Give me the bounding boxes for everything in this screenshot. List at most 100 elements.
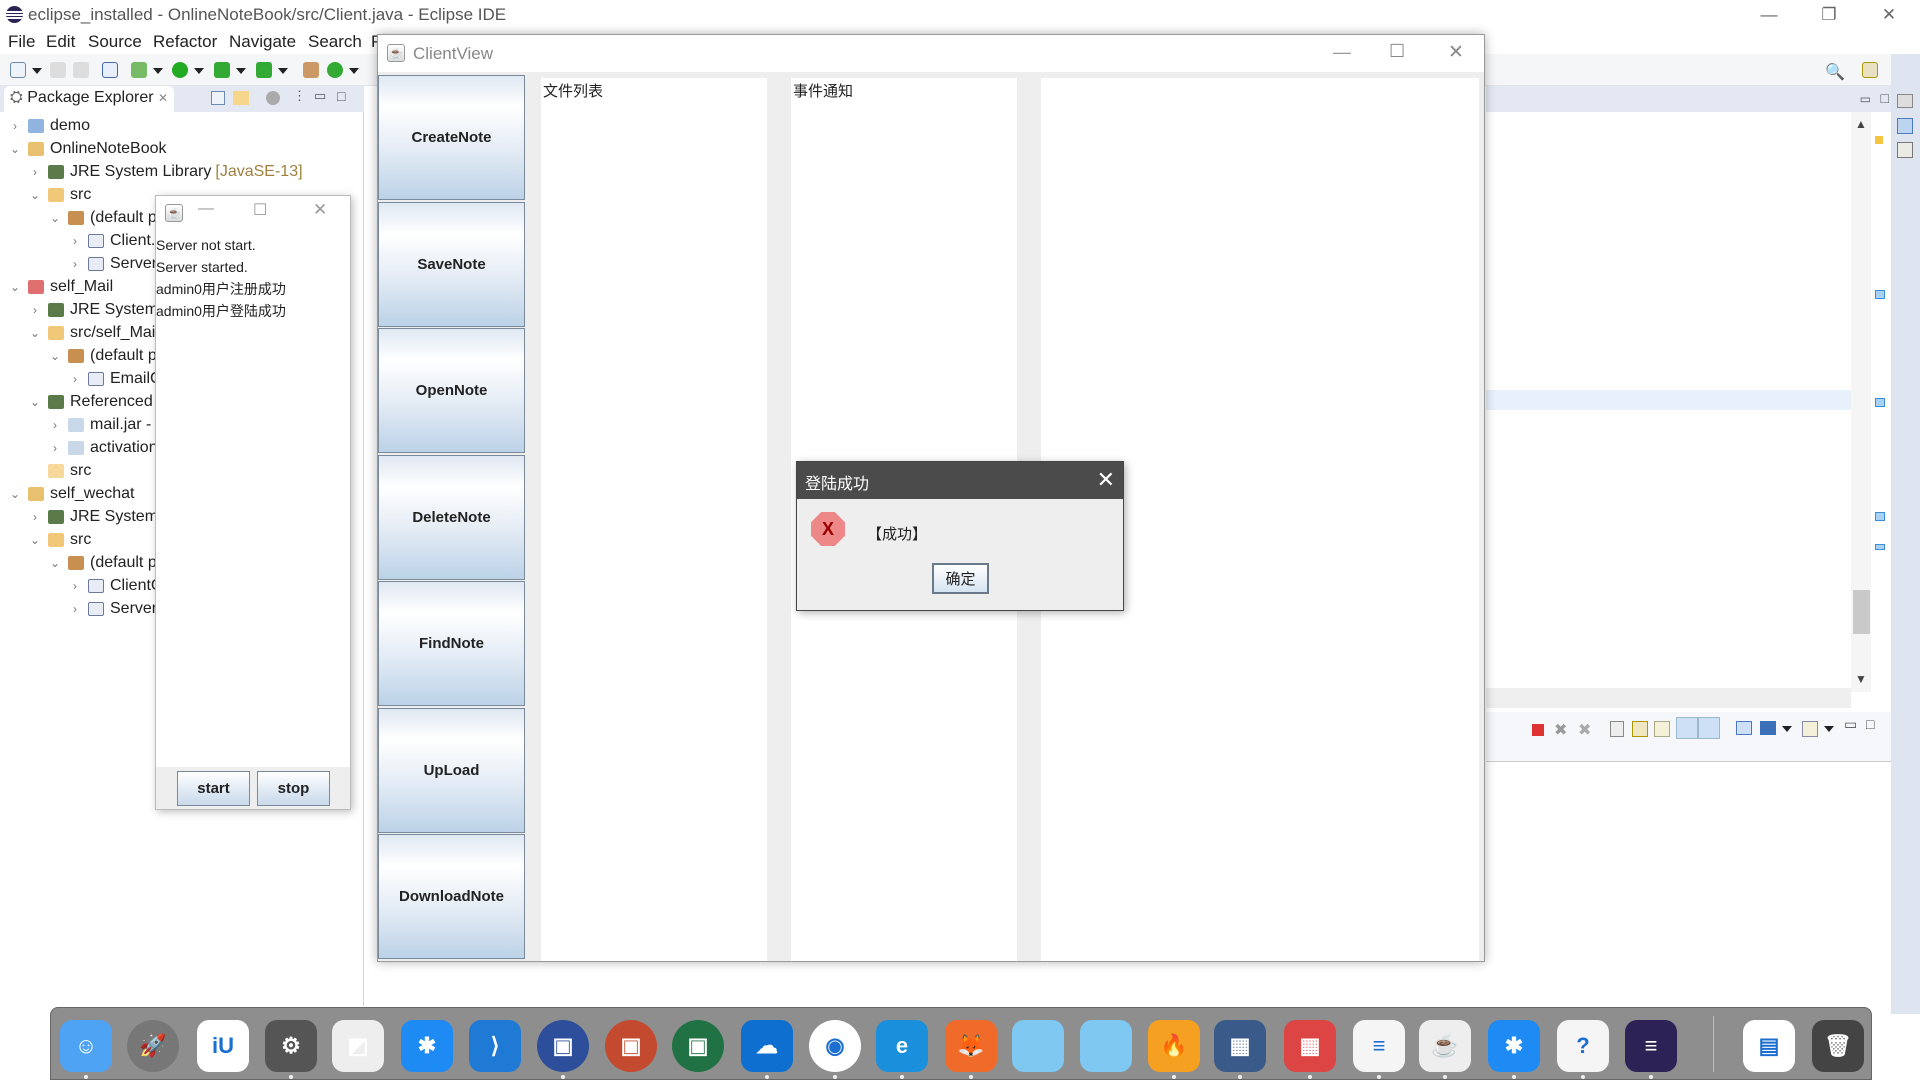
menu-refactor[interactable]: Refactor	[153, 32, 217, 52]
dock-excel-icon[interactable]: ▣	[672, 1020, 724, 1072]
deletenote-button[interactable]: DeleteNote	[378, 454, 525, 580]
downloadnote-button[interactable]: DownloadNote	[378, 834, 525, 959]
tree-item[interactable]: › JRE System	[28, 299, 158, 321]
occurrence-marker[interactable]	[1875, 398, 1885, 407]
tree-item[interactable]: ⌄ self_wechat	[8, 483, 135, 505]
tree-item[interactable]: ⌄ src	[28, 184, 91, 206]
dock-folder-icon[interactable]	[1012, 1020, 1064, 1072]
server-maximize-button[interactable]: ☐	[253, 200, 267, 220]
chevron-right-icon[interactable]: ›	[48, 418, 62, 432]
dock-finder-icon[interactable]: ☺	[60, 1020, 112, 1072]
tree-item[interactable]: › Server	[68, 598, 157, 620]
occurrence-marker[interactable]	[1875, 512, 1885, 521]
view-menu-icon[interactable]: ⋮	[293, 88, 306, 104]
dock-onedrive-icon[interactable]: ☁	[741, 1020, 793, 1072]
dock-chrome-icon[interactable]: ◉	[809, 1020, 861, 1072]
chevron-down-icon[interactable]: ⌄	[8, 487, 22, 501]
tree-item[interactable]: src	[28, 460, 91, 482]
menu-edit[interactable]: Edit	[46, 32, 75, 52]
tree-item[interactable]: › ClientC	[68, 575, 162, 597]
coverage-icon[interactable]	[214, 62, 230, 78]
link-with-editor-icon[interactable]	[233, 91, 249, 105]
editor-vertical-scrollbar[interactable]: ▲ ▼	[1851, 112, 1871, 692]
chevron-right-icon[interactable]: ›	[68, 372, 82, 386]
findnote-button[interactable]: FindNote	[378, 581, 525, 706]
occurrence-marker[interactable]	[1875, 290, 1885, 299]
dock-powerpoint-icon[interactable]: ▣	[605, 1020, 657, 1072]
dock-help-icon[interactable]: ?	[1557, 1020, 1609, 1072]
chevron-down-icon[interactable]: ⌄	[48, 349, 62, 363]
chevron-right-icon[interactable]: ›	[28, 510, 42, 524]
menu-source[interactable]: Source	[88, 32, 142, 52]
terminate-icon[interactable]	[1532, 724, 1544, 736]
maximize-editor-icon[interactable]: □	[1881, 90, 1889, 106]
chevron-right-icon[interactable]: ›	[68, 579, 82, 593]
client-maximize-button[interactable]: ☐	[1389, 41, 1405, 62]
dock-edge-icon[interactable]: e	[876, 1020, 928, 1072]
chevron-down-icon[interactable]: ⌄	[28, 326, 42, 340]
tree-item[interactable]: ⌄ Referenced	[28, 391, 153, 413]
chevron-down-icon[interactable]: ⌄	[28, 533, 42, 547]
start-button[interactable]: start	[177, 771, 250, 806]
tree-item[interactable]: › EmailC	[68, 368, 162, 390]
close-button[interactable]: ✕	[1860, 0, 1918, 30]
pin-console-icon[interactable]	[1736, 721, 1752, 735]
open-console-icon[interactable]	[1802, 721, 1818, 737]
occurrence-marker[interactable]	[1875, 544, 1885, 550]
ok-button[interactable]: 确定	[932, 563, 989, 594]
restore-button[interactable]: ❐	[1800, 0, 1858, 30]
chevron-right-icon[interactable]: ›	[28, 165, 42, 179]
dock-iu-icon[interactable]: iU	[197, 1020, 249, 1072]
tree-item[interactable]: ⌄ src/self_Mai	[28, 322, 155, 344]
maximize-console-icon[interactable]: □	[1866, 716, 1874, 732]
dock-firefox-icon[interactable]: 🦊	[945, 1020, 997, 1072]
dock-virtualbox-icon[interactable]: ▦	[1214, 1020, 1266, 1072]
client-close-button[interactable]: ✕	[1448, 41, 1464, 64]
search-icon[interactable]: 🔍	[1825, 62, 1845, 81]
server-close-button[interactable]: ✕	[313, 200, 327, 220]
minimize-console-icon[interactable]: ▭	[1844, 716, 1857, 733]
scroll-up-icon[interactable]: ▲	[1855, 117, 1867, 131]
minimize-button[interactable]: —	[1740, 0, 1798, 30]
menu-search[interactable]: Search	[308, 32, 362, 52]
dock-eclipse-icon[interactable]: ≡	[1625, 1020, 1677, 1072]
word-wrap-icon[interactable]	[1654, 721, 1670, 737]
menu-navigate[interactable]: Navigate	[229, 32, 296, 52]
save-icon[interactable]	[50, 62, 66, 78]
skip-breakpoints-icon[interactable]	[102, 62, 118, 78]
tree-item[interactable]: ⌄ src	[28, 529, 91, 551]
chevron-right-icon[interactable]: ›	[8, 119, 22, 133]
server-minimize-button[interactable]: —	[198, 200, 214, 218]
chevron-down-icon[interactable]: ⌄	[48, 211, 62, 225]
task-list-icon[interactable]	[1897, 142, 1913, 158]
chevron-down-icon[interactable]: ⌄	[8, 142, 22, 156]
minimize-editor-icon[interactable]: ▭	[1860, 92, 1871, 106]
chevron-down-icon[interactable]: ⌄	[28, 188, 42, 202]
tree-item[interactable]: ⌄ self_Mail	[8, 276, 113, 298]
opennote-button[interactable]: OpenNote	[378, 328, 525, 453]
show-on-error-icon[interactable]	[1698, 717, 1720, 739]
tree-item[interactable]: ⌄ (default p	[48, 345, 157, 367]
stop-button[interactable]: stop	[257, 771, 330, 806]
createnote-button[interactable]: CreateNote	[378, 75, 525, 200]
maximize-view-icon[interactable]: □	[337, 88, 345, 104]
tree-item[interactable]: › activation	[48, 437, 158, 459]
dock-security-icon[interactable]: 🔥	[1148, 1020, 1200, 1072]
editor-horizontal-scrollbar[interactable]	[1486, 688, 1851, 708]
scrollbar-thumb[interactable]	[1853, 590, 1870, 634]
dock-launchpad-icon[interactable]: 🚀	[127, 1020, 179, 1072]
menu-file[interactable]: File	[8, 32, 35, 52]
chevron-down-icon[interactable]: ⌄	[48, 556, 62, 570]
clear-console-icon[interactable]	[1610, 721, 1624, 737]
run-icon[interactable]	[172, 62, 188, 78]
tree-item[interactable]: › mail.jar -	[48, 414, 151, 436]
chevron-right-icon[interactable]: ›	[68, 234, 82, 248]
tab-package-explorer[interactable]: ⛭ Package Explorer ✕	[4, 86, 175, 112]
chevron-right-icon[interactable]: ›	[68, 602, 82, 616]
client-minimize-button[interactable]: —	[1333, 42, 1351, 63]
dock-trash-icon[interactable]: 🗑	[1812, 1020, 1864, 1072]
dock-word-icon[interactable]: ▣	[537, 1020, 589, 1072]
dialog-close-button[interactable]: ✕	[1097, 467, 1115, 493]
scroll-down-icon[interactable]: ▼	[1855, 672, 1867, 686]
dock-tencent-icon[interactable]: ✱	[1488, 1020, 1540, 1072]
